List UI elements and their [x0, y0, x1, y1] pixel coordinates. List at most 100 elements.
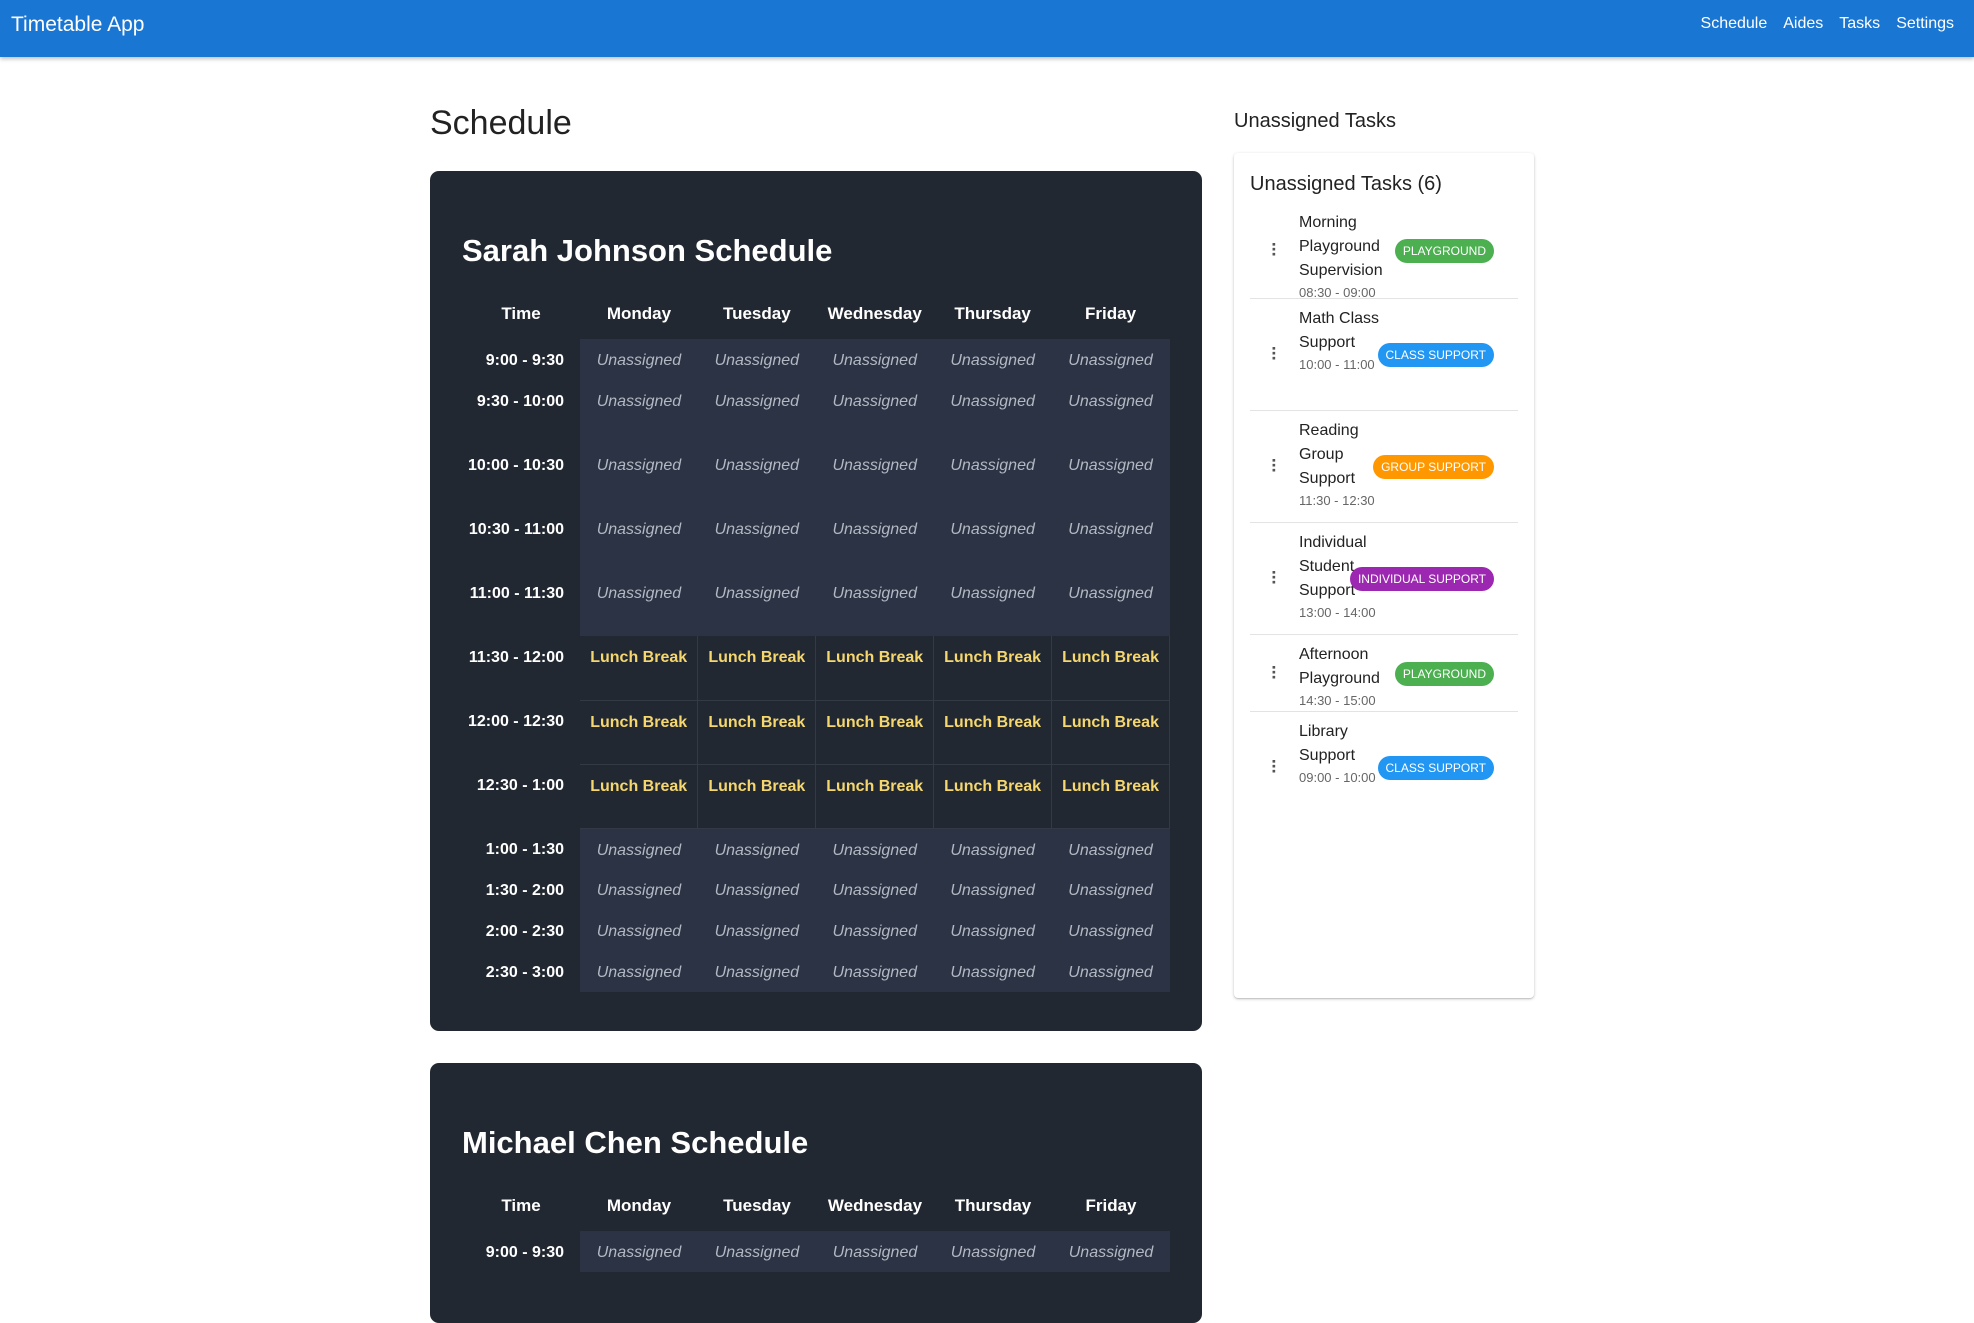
unassigned-slot-cell[interactable]: Unassigned [697, 508, 816, 572]
unassigned-slot-cell[interactable]: Unassigned [933, 380, 1052, 444]
unassigned-slot-cell[interactable]: Unassigned [815, 508, 934, 572]
time-slot-label: 9:00 - 9:30 [462, 339, 580, 380]
unassigned-slot-cell[interactable]: Unassigned [1051, 339, 1170, 380]
lunch-break-cell: Lunch Break [1051, 764, 1170, 829]
unassigned-slot-cell[interactable]: Unassigned [697, 910, 816, 951]
unassigned-slot-cell[interactable]: Unassigned [580, 508, 698, 572]
time-slot-row: 11:00 - 11:30 Unassigned Unassigned Unassig… [462, 572, 1170, 636]
time-slot-label: 11:30 - 12:00 [462, 636, 580, 700]
column-header-wednesday: Wednesday [827, 1195, 923, 1215]
task-item[interactable]: ⠇ Individual Student Support 13:00 - 14:00… [1250, 523, 1518, 635]
unassigned-slot-cell[interactable]: Unassigned [1051, 444, 1170, 508]
time-slot-row: 9:30 - 10:00 Unassigned Unassigned Unassign… [462, 380, 1170, 444]
unassigned-slot-cell[interactable]: Unassigned [815, 380, 934, 444]
task-time: 13:00 - 14:00 [1299, 605, 1376, 620]
drag-handle-icon[interactable]: ⠇ [1270, 346, 1283, 364]
unassigned-slot-cell[interactable]: Unassigned [933, 910, 1052, 951]
unassigned-slot-cell[interactable]: Unassigned [697, 951, 816, 992]
task-category-chip: PLAYGROUND [1394, 661, 1494, 686]
time-slot-row: 2:00 - 2:30 Unassigned Unassigned Unassigne… [462, 910, 1170, 951]
task-category-chip: CLASS SUPPORT [1377, 343, 1494, 367]
unassigned-slot-cell[interactable]: Unassigned [815, 869, 934, 910]
unassigned-slot-cell[interactable]: Unassigned [933, 444, 1052, 508]
task-time: 11:30 - 12:30 [1299, 493, 1375, 508]
lunch-break-cell: Lunch Break [697, 764, 817, 829]
nav-tasks[interactable]: Tasks [1839, 15, 1880, 33]
time-slot-row: 12:00 - 12:30 Lunch Break Lunch Break Lunch… [462, 700, 1170, 765]
column-header-monday: Monday [606, 303, 672, 323]
unassigned-slot-cell[interactable]: Unassigned [697, 380, 816, 444]
unassigned-slot-cell[interactable]: Unassigned [580, 444, 698, 508]
unassigned-slot-cell[interactable]: Unassigned [1051, 572, 1170, 636]
unassigned-slot-cell[interactable]: Unassigned [1051, 508, 1170, 572]
unassigned-slot-cell[interactable]: Unassigned [580, 828, 698, 869]
unassigned-slot-cell[interactable]: Unassigned [1051, 380, 1170, 444]
unassigned-slot-cell[interactable]: Unassigned [933, 572, 1052, 636]
time-slot-label: 2:00 - 2:30 [462, 910, 580, 951]
schedule-title: Sarah Johnson Schedule [462, 233, 833, 268]
time-slot-row: 12:30 - 1:00 Lunch Break Lunch Break Lunch … [462, 764, 1170, 829]
time-slot-row: 10:00 - 10:30 Unassigned Unassigned Unassig… [462, 444, 1170, 508]
task-category-chip: PLAYGROUND [1394, 239, 1494, 263]
unassigned-slot-cell[interactable]: Unassigned [580, 572, 698, 636]
unassigned-slot-cell[interactable]: Unassigned [1051, 828, 1170, 869]
drag-handle-icon[interactable]: ⠇ [1270, 570, 1283, 588]
unassigned-slot-cell[interactable]: Unassigned [815, 572, 934, 636]
task-info: Afternoon Playground 14:30 - 15:00 [1299, 643, 1389, 711]
column-header-friday: Friday [1085, 303, 1137, 323]
unassigned-slot-cell[interactable]: Unassigned [580, 380, 698, 444]
lunch-break-cell: Lunch Break [697, 700, 817, 765]
unassigned-slot-cell[interactable]: Unassigned [815, 444, 934, 508]
unassigned-slot-cell[interactable]: Unassigned [933, 508, 1052, 572]
nav-aides[interactable]: Aides [1783, 15, 1823, 33]
lunch-break-cell: Lunch Break [697, 636, 817, 701]
unassigned-slot-cell[interactable]: Unassigned [1051, 910, 1170, 951]
task-name: Math Class Support [1299, 310, 1380, 351]
task-info: Math Class Support 10:00 - 11:00 [1299, 307, 1389, 375]
task-item[interactable]: ⠇ Library Support 09:00 - 10:00 CLASS SUPPO… [1250, 712, 1518, 824]
task-name: Reading Group Support [1299, 422, 1359, 487]
unassigned-slot-cell[interactable]: Unassigned [933, 869, 1052, 910]
nav-settings[interactable]: Settings [1896, 15, 1954, 33]
drag-handle-icon[interactable]: ⠇ [1270, 242, 1283, 260]
column-header-thursday: Thursday [954, 303, 1031, 323]
drag-handle-icon[interactable]: ⠇ [1270, 458, 1283, 476]
unassigned-slot-cell[interactable]: Unassigned [697, 869, 816, 910]
lunch-break-cell: Lunch Break [815, 764, 935, 829]
task-time: 09:00 - 10:00 [1299, 770, 1376, 785]
unassigned-slot-cell[interactable]: Unassigned [580, 339, 698, 380]
task-item[interactable]: ⠇ Reading Group Support 11:30 - 12:30 GROUP… [1250, 411, 1518, 523]
unassigned-slot-cell[interactable]: Unassigned [815, 339, 934, 380]
unassigned-slot-cell[interactable]: Unassigned [697, 444, 816, 508]
unassigned-slot-cell[interactable]: Unassigned [1051, 951, 1170, 992]
unassigned-slot-cell[interactable]: Unassigned [933, 951, 1052, 992]
nav-schedule[interactable]: Schedule [1701, 15, 1768, 33]
unassigned-slot-cell[interactable]: Unassigned [815, 828, 934, 869]
unassigned-slot-cell[interactable]: Unassigned [933, 339, 1052, 380]
time-slot-label: 9:30 - 10:00 [462, 380, 580, 444]
time-slot-label: 1:30 - 2:00 [462, 869, 580, 910]
column-header-wednesday: Wednesday [827, 303, 922, 323]
drag-handle-icon[interactable]: ⠇ [1270, 665, 1283, 683]
app-bar: Timetable App Schedule Aides Tasks Setti… [0, 0, 1974, 57]
task-item[interactable]: ⠇ Afternoon Playground 14:30 - 15:00 PLAYGR… [1250, 635, 1518, 712]
unassigned-slot-cell[interactable]: Unassigned [697, 339, 816, 380]
unassigned-slot-cell[interactable]: Unassigned [697, 828, 816, 869]
unassigned-heading: Unassigned Tasks [1234, 110, 1396, 132]
unassigned-slot-cell[interactable]: Unassigned [580, 910, 698, 951]
unassigned-slot-cell[interactable]: Unassigned [697, 572, 816, 636]
task-time: 10:00 - 11:00 [1299, 357, 1375, 372]
task-item[interactable]: ⠇ Morning Playground Supervision 08:30 - 0… [1250, 203, 1518, 300]
lunch-break-cell: Lunch Break [580, 700, 699, 765]
unassigned-slot-cell[interactable]: Unassigned [580, 869, 698, 910]
task-item[interactable]: ⠇ Math Class Support 10:00 - 11:00 CLASS SU… [1250, 299, 1518, 411]
unassigned-slot-cell[interactable]: Unassigned [580, 951, 698, 992]
task-name: Library Support [1299, 723, 1356, 764]
unassigned-slot-cell[interactable]: Unassigned [1051, 869, 1170, 910]
page-title: Schedule [430, 104, 572, 142]
unassigned-slot-cell[interactable]: Unassigned [815, 951, 934, 992]
schedule-table: Time Monday Tuesday Wednesday Thursday Friday… [462, 1180, 1170, 1272]
unassigned-slot-cell[interactable]: Unassigned [933, 828, 1052, 869]
unassigned-slot-cell[interactable]: Unassigned [815, 910, 934, 951]
drag-handle-icon[interactable]: ⠇ [1270, 759, 1283, 777]
